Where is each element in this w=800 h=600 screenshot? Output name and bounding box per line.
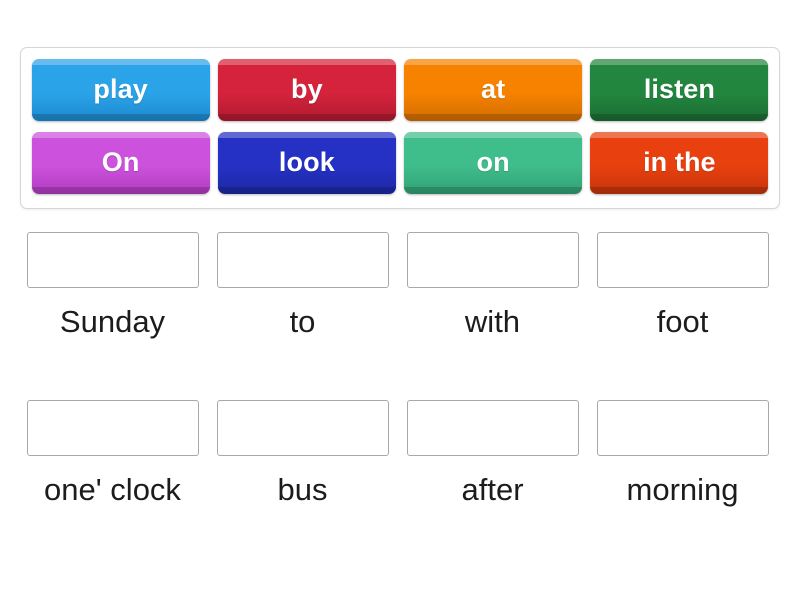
tile-slot: in the xyxy=(589,129,770,196)
tile-slot: On xyxy=(30,129,211,196)
tile-slot: on xyxy=(403,129,584,196)
answer-cell-morning: morning xyxy=(590,400,775,508)
tile-label: listen xyxy=(643,74,715,104)
tile-label: play xyxy=(93,74,148,104)
answer-row: one' clock bus after morning xyxy=(20,400,780,508)
tile-label: in the xyxy=(643,147,716,177)
tile-slot: look xyxy=(216,129,397,196)
answer-word-sunday: Sunday xyxy=(59,304,166,339)
tile-label: look xyxy=(278,147,335,177)
tile-slot: at xyxy=(403,56,584,123)
draggable-tile-on[interactable]: on xyxy=(404,131,583,194)
tile-row-2: On look on in the xyxy=(30,129,770,196)
draggable-tile-play[interactable]: play xyxy=(31,58,210,121)
tile-slot: listen xyxy=(589,56,770,123)
answer-word-after: after xyxy=(461,472,524,507)
draggable-tile-on-capital[interactable]: On xyxy=(31,131,210,194)
word-match-activity: play by at listen On look on in the Sund… xyxy=(0,0,800,600)
answer-row: Sunday to with foot xyxy=(20,232,780,340)
drop-zone-after[interactable] xyxy=(406,400,579,456)
draggable-tile-tray: play by at listen On look on in the xyxy=(20,47,780,209)
tile-slot: play xyxy=(30,56,211,123)
draggable-tile-by[interactable]: by xyxy=(217,58,396,121)
answer-block-row-2: one' clock bus after morning xyxy=(20,400,780,508)
draggable-tile-in-the[interactable]: in the xyxy=(590,131,769,194)
tile-row-1: play by at listen xyxy=(30,56,770,123)
answer-cell-bus: bus xyxy=(210,400,395,508)
answer-block-row-1: Sunday to with foot xyxy=(20,232,780,340)
drop-zone-to[interactable] xyxy=(216,232,389,288)
tile-label: at xyxy=(481,74,506,104)
draggable-tile-at[interactable]: at xyxy=(404,58,583,121)
drop-zone-with[interactable] xyxy=(406,232,579,288)
answer-word-with: with xyxy=(464,304,521,339)
tile-slot: by xyxy=(216,56,397,123)
answer-word-morning: morning xyxy=(626,472,739,507)
tile-label: by xyxy=(291,74,323,104)
drop-zone-sunday[interactable] xyxy=(26,232,199,288)
answer-word-to: to xyxy=(289,304,316,339)
answer-word-one-clock: one' clock xyxy=(44,472,181,507)
answer-cell-after: after xyxy=(400,400,585,508)
drop-zone-foot[interactable] xyxy=(596,232,769,288)
answer-cell-with: with xyxy=(400,232,585,340)
drop-zone-bus[interactable] xyxy=(216,400,389,456)
answer-cell-foot: foot xyxy=(590,232,775,340)
draggable-tile-listen[interactable]: listen xyxy=(590,58,769,121)
tile-label: On xyxy=(101,147,140,177)
draggable-tile-look[interactable]: look xyxy=(217,131,396,194)
drop-zone-one-clock[interactable] xyxy=(26,400,199,456)
answer-word-bus: bus xyxy=(277,472,328,507)
answer-cell-one-clock: one' clock xyxy=(20,400,205,508)
tile-label: on xyxy=(476,147,510,177)
answer-cell-sunday: Sunday xyxy=(20,232,205,340)
answer-cell-to: to xyxy=(210,232,395,340)
answer-word-foot: foot xyxy=(656,304,709,339)
drop-zone-morning[interactable] xyxy=(596,400,769,456)
